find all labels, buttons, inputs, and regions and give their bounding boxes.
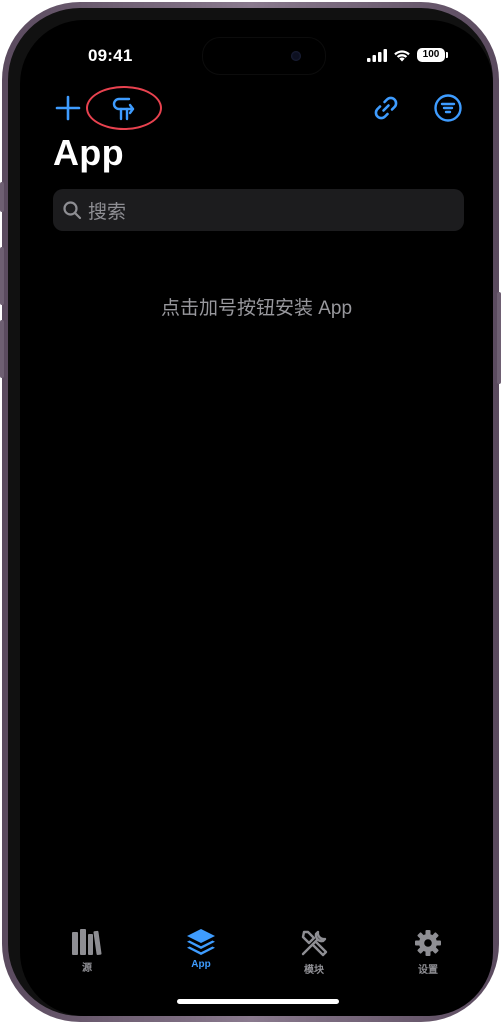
status-time: 09:41 — [88, 46, 133, 65]
tab-label: 源 — [82, 963, 92, 974]
phone-frame: 09:41 100 App 搜索 点击加号按钮安装 App 源 App 模块 设… — [0, 2, 501, 1022]
layers-icon — [187, 929, 215, 955]
tab-settings[interactable]: 设置 — [388, 928, 468, 976]
books-icon — [72, 929, 102, 956]
tab-label: 设置 — [418, 965, 438, 976]
volume-down-button — [0, 320, 4, 378]
home-indicator[interactable] — [177, 999, 339, 1004]
tools-icon — [301, 930, 328, 957]
battery-indicator: 100 — [417, 48, 448, 62]
link-icon — [374, 96, 398, 120]
search-placeholder: 搜索 — [88, 201, 127, 223]
screen: 09:41 100 App 搜索 点击加号按钮安装 App 源 App 模块 设… — [20, 20, 493, 1016]
tab-label: App — [191, 959, 211, 970]
search-icon — [63, 201, 82, 220]
bezel: 09:41 100 App 搜索 点击加号按钮安装 App 源 App 模块 设… — [8, 8, 493, 1016]
tab-modules[interactable]: 模块 — [274, 928, 354, 976]
filter-menu-icon — [434, 94, 462, 122]
gear-icon — [415, 930, 441, 956]
wifi-icon — [394, 49, 410, 61]
add-button[interactable] — [50, 90, 86, 126]
tab-label: 模块 — [304, 965, 324, 976]
page-title: App — [53, 132, 124, 173]
camera-icon — [291, 51, 301, 61]
filter-button[interactable] — [430, 90, 466, 126]
action-button — [0, 182, 4, 212]
highlight-annotation — [86, 86, 162, 130]
empty-state-message: 点击加号按钮安装 App — [160, 298, 353, 319]
dynamic-island — [202, 37, 326, 75]
power-button — [497, 292, 501, 384]
link-button[interactable] — [368, 90, 404, 126]
search-field[interactable]: 搜索 — [53, 189, 464, 231]
cellular-signal-icon — [367, 48, 387, 62]
volume-up-button — [0, 247, 4, 305]
plus-icon — [55, 95, 81, 121]
tab-bar: 源 App 模块 设置 — [20, 928, 493, 988]
tab-app[interactable]: App — [161, 928, 241, 970]
tab-sources[interactable]: 源 — [47, 928, 127, 974]
status-indicators: 100 — [367, 48, 448, 62]
